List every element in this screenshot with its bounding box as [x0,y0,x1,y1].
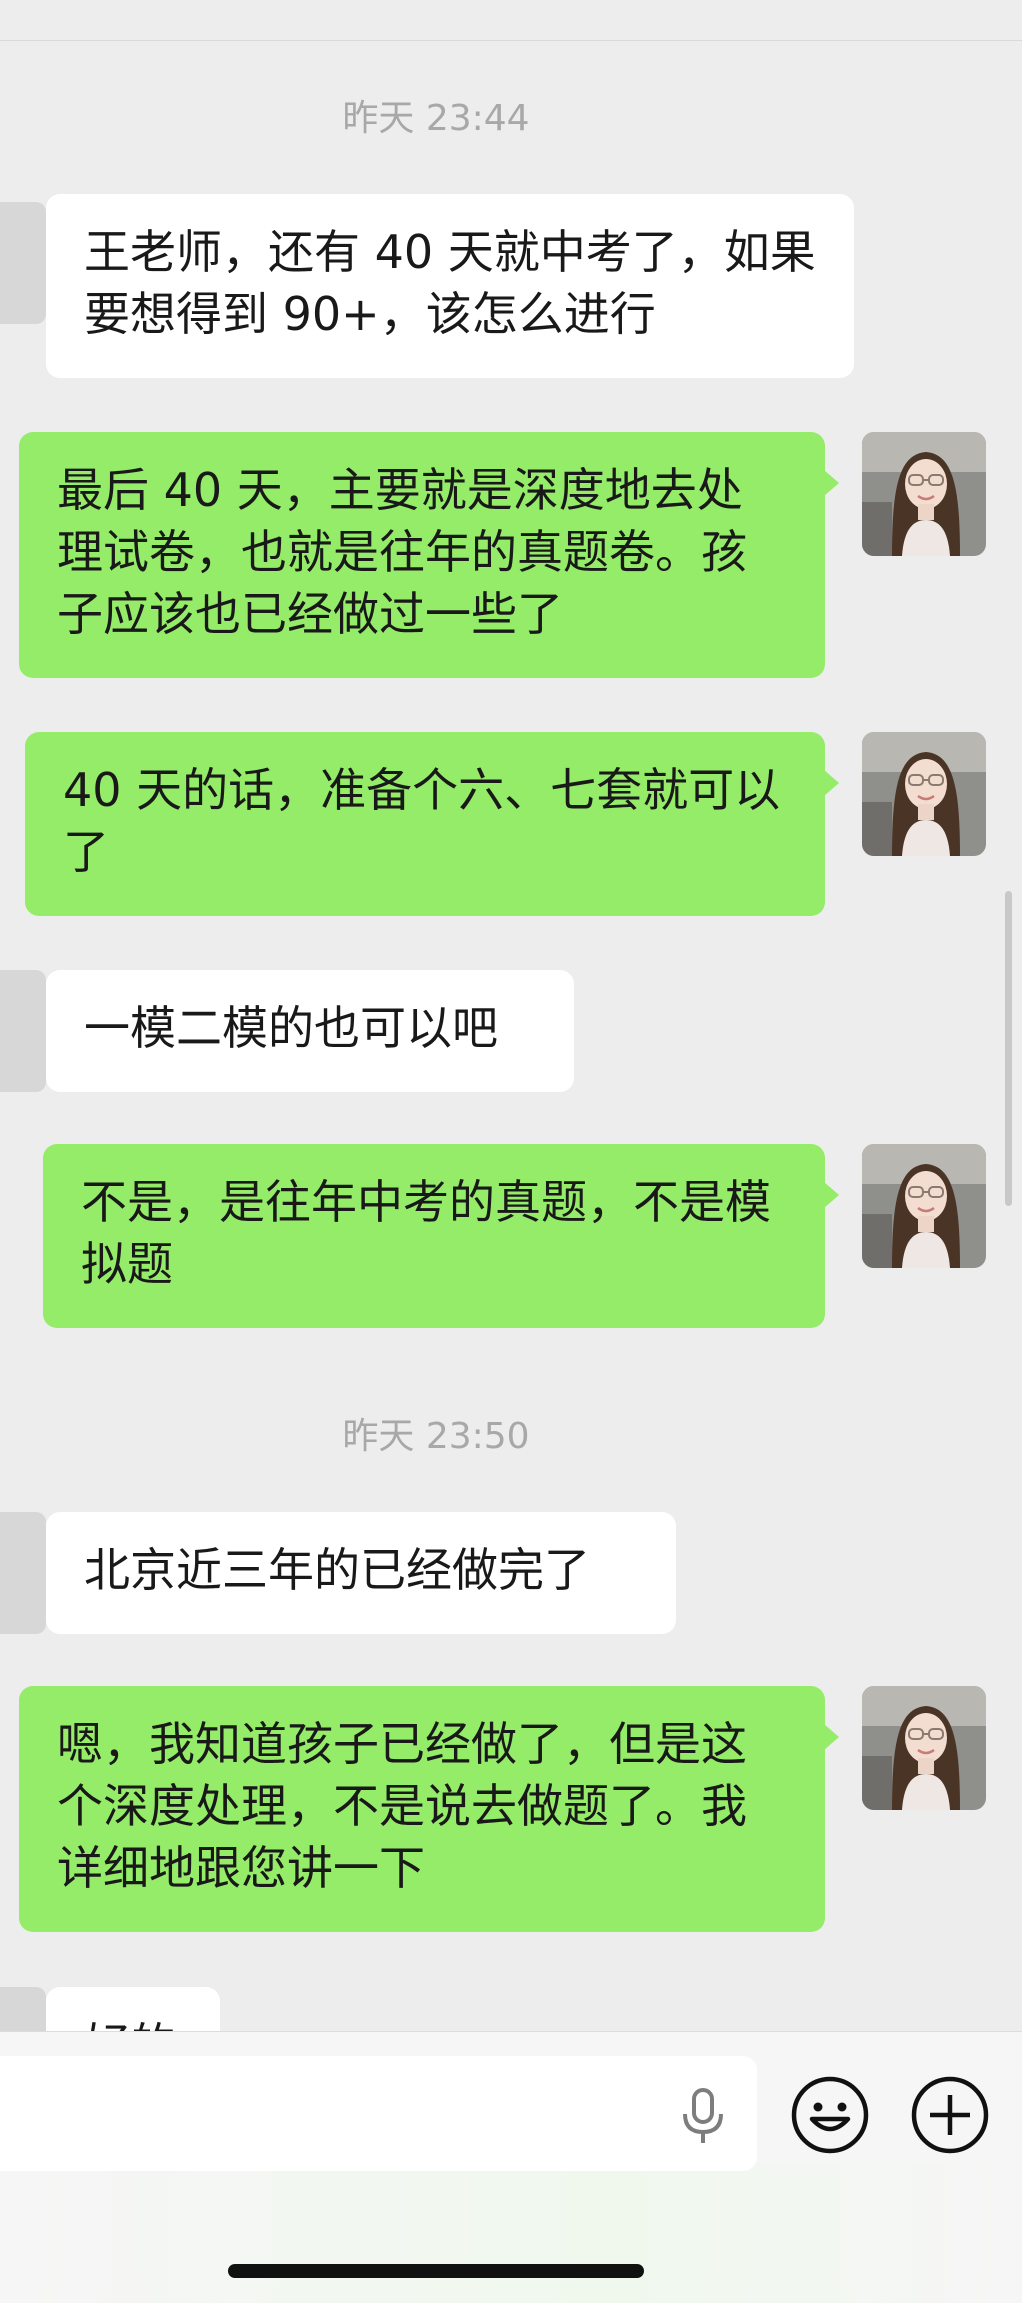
timestamp: 昨天 23:44 [342,98,530,139]
smiley-icon[interactable] [790,2075,870,2155]
message-bubble-outgoing[interactable]: 40 天的话，准备个六、七套就可以了 [25,732,839,916]
chat-input-bar [0,2031,1022,2303]
message-bubble-outgoing[interactable]: 不是，是往年中考的真题，不是模拟题 [43,1144,839,1328]
avatar-photo-icon [862,432,986,556]
message-text: 嗯，我知道孩子已经做了，但是这个深度处理，不是说去做题了。我详细地跟您讲一下 [57,1717,747,1895]
message-input[interactable] [0,2056,757,2171]
avatar-photo-icon [862,1686,986,1810]
contact-avatar[interactable] [0,970,46,1092]
input-bar-background [0,2162,1022,2303]
message-text: 好的 [84,2018,176,2031]
my-avatar[interactable] [862,1686,986,1810]
my-avatar[interactable] [862,732,986,856]
message-text: 最后 40 天，主要就是深度地去处理试卷，也就是往年的真题卷。孩子应该也已经做过… [57,463,747,641]
plus-circle-icon[interactable] [910,2075,990,2155]
message-bubble-incoming[interactable]: 王老师，还有 40 天就中考了，如果要想得到 90+，该怎么进行 [0,194,854,378]
contact-avatar[interactable] [0,202,46,324]
home-indicator[interactable] [228,2264,644,2278]
timestamp: 昨天 23:50 [342,1416,530,1457]
chat-message-list[interactable]: 昨天 23:44 王老师，还有 40 天就中考了，如果要想得到 90+，该怎么进… [0,41,1022,2031]
message-text: 一模二模的也可以吧 [84,1001,498,1055]
message-text: 40 天的话，准备个六、七套就可以了 [63,763,781,879]
message-bubble-incoming[interactable]: 一模二模的也可以吧 [0,970,574,1092]
my-avatar[interactable] [862,1144,986,1268]
contact-avatar[interactable] [0,1512,46,1634]
avatar-photo-icon [862,732,986,856]
message-text: 不是，是往年中考的真题，不是模拟题 [81,1175,771,1291]
message-bubble-incoming[interactable]: 北京近三年的已经做完了 [0,1512,676,1634]
message-text: 北京近三年的已经做完了 [84,1543,590,1597]
my-avatar[interactable] [862,432,986,556]
chat-scrollbar[interactable] [1005,891,1012,1206]
avatar-photo-icon [862,1144,986,1268]
message-bubble-outgoing[interactable]: 最后 40 天，主要就是深度地去处理试卷，也就是往年的真题卷。孩子应该也已经做过… [19,432,839,678]
message-bubble-incoming[interactable]: 好的 [0,1987,220,2031]
contact-avatar[interactable] [0,1987,46,2031]
microphone-icon[interactable] [675,2086,731,2146]
message-bubble-outgoing[interactable]: 嗯，我知道孩子已经做了，但是这个深度处理，不是说去做题了。我详细地跟您讲一下 [19,1686,839,1932]
message-text: 王老师，还有 40 天就中考了，如果要想得到 90+，该怎么进行 [84,225,816,341]
chat-top-bar [0,0,1022,41]
